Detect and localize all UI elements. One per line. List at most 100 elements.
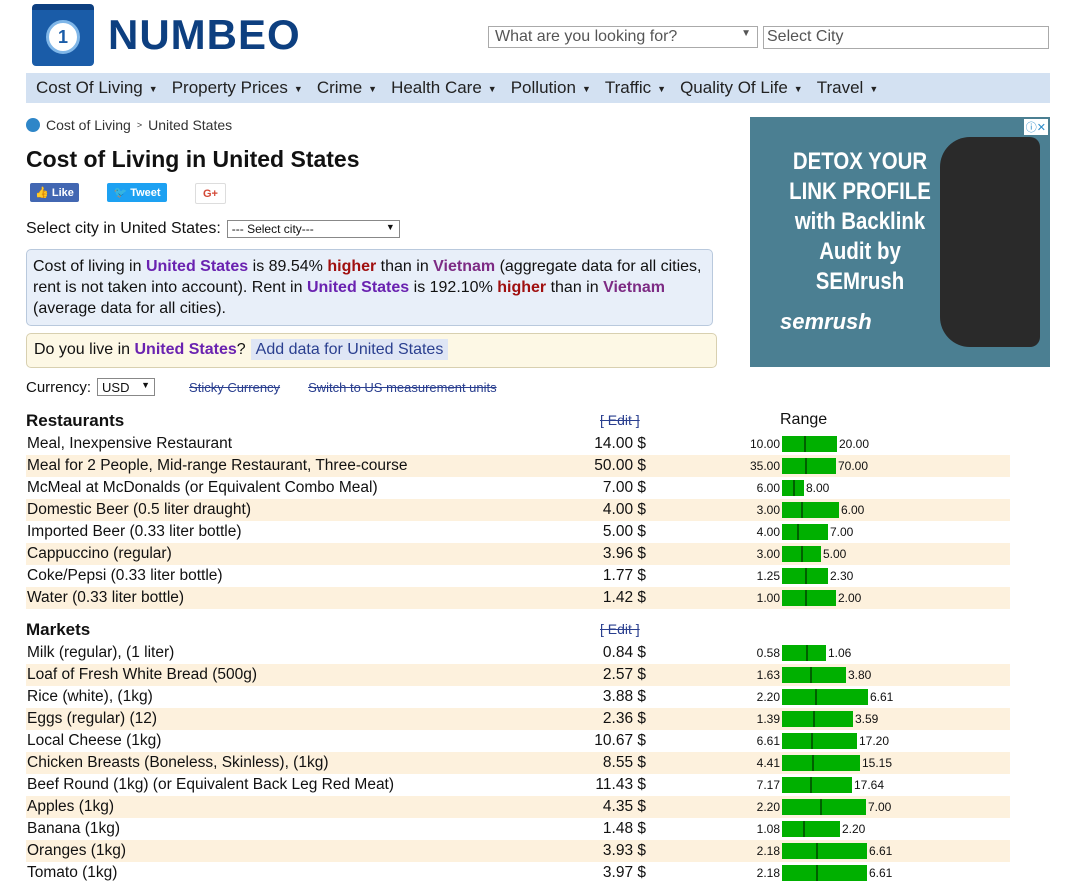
range-header: Range — [780, 411, 828, 428]
range-low: 1.25 — [756, 569, 780, 583]
price-row: Eggs (regular) (12) 2.36 $ 1.39 3.59 — [26, 708, 1010, 730]
edit-link[interactable]: [ Edit ] — [600, 412, 640, 428]
range-low: 4.41 — [756, 756, 780, 770]
breadcrumb-cost-of-living[interactable]: Cost of Living — [46, 117, 131, 133]
range-high: 2.30 — [830, 569, 854, 583]
city-select[interactable]: --- Select city--- ▼ — [226, 220, 400, 238]
google-plus-button[interactable]: G+ — [195, 183, 226, 204]
item-name: Meal for 2 People, Mid-range Restaurant,… — [27, 457, 408, 474]
sticky-currency-link[interactable]: Sticky Currency — [189, 380, 280, 395]
range-high: 15.15 — [862, 756, 893, 770]
range-high: 8.00 — [806, 481, 830, 495]
range-high: 2.20 — [842, 822, 866, 836]
search-select[interactable]: What are you looking for? ▼ — [488, 26, 758, 48]
page-title: Cost of Living in United States — [26, 146, 360, 172]
item-price: 1.77 $ — [602, 567, 646, 584]
range-low: 7.17 — [756, 778, 780, 792]
range-bar — [782, 667, 846, 683]
range-high: 2.00 — [838, 591, 862, 605]
average-marker — [816, 865, 818, 881]
nav-label: Health Care — [391, 78, 482, 97]
average-marker — [810, 667, 812, 683]
compare-country-link[interactable]: Vietnam — [433, 258, 495, 275]
range-high: 6.61 — [869, 844, 893, 858]
item-name: Tomato (1kg) — [27, 864, 118, 881]
item-name: Beef Round (1kg) (or Equivalent Back Leg… — [27, 776, 395, 793]
nav-item-pollution[interactable]: Pollution ▼ — [511, 78, 591, 98]
item-name: Domestic Beer (0.5 liter draught) — [27, 501, 251, 518]
average-marker — [815, 689, 817, 705]
range-bar — [782, 645, 826, 661]
range-bar — [782, 480, 804, 496]
country-link[interactable]: United States — [135, 341, 237, 358]
range-low: 2.18 — [756, 866, 780, 880]
average-marker — [813, 711, 815, 727]
item-price: 7.00 $ — [602, 479, 646, 496]
tweet-button[interactable]: 🐦 Tweet — [107, 183, 167, 202]
price-row: Domestic Beer (0.5 liter draught) 4.00 $ 3… — [26, 499, 1010, 521]
numbeo-logo[interactable]: 1 NUMBEO — [32, 4, 301, 66]
range-bar — [782, 843, 867, 859]
item-name: Imported Beer (0.33 liter bottle) — [27, 523, 242, 540]
nav-item-cost-of-living[interactable]: Cost Of Living ▼ — [36, 78, 158, 98]
range-bar — [782, 436, 837, 452]
price-row: Oranges (1kg) 3.93 $ 2.18 6.61 — [26, 840, 1010, 862]
item-price: 0.84 $ — [602, 644, 646, 661]
measurement-units-link[interactable]: Switch to US measurement units — [308, 380, 497, 395]
cost-comparison-summary: Cost of living in United States is 89.54… — [26, 249, 713, 326]
price-row: Water (0.33 liter bottle) 1.42 $ 1.00 2.00 — [26, 587, 1010, 609]
price-row: Imported Beer (0.33 liter bottle) 5.00 $ 4… — [26, 521, 1010, 543]
item-name: Apples (1kg) — [27, 798, 115, 815]
item-price: 11.43 $ — [595, 776, 646, 793]
nav-label: Property Prices — [171, 78, 288, 97]
nav-item-crime[interactable]: Crime ▼ — [317, 78, 377, 98]
caret-down-icon: ▼ — [581, 83, 591, 94]
nav-item-health-care[interactable]: Health Care ▼ — [391, 78, 497, 98]
item-name: Milk (regular), (1 liter) — [27, 644, 175, 661]
compare-country-link[interactable]: Vietnam — [603, 279, 665, 296]
range-bar — [782, 458, 836, 474]
average-marker — [805, 590, 807, 606]
range-bar — [782, 777, 852, 793]
range-low: 1.39 — [756, 712, 780, 726]
country-link[interactable]: United States — [146, 258, 248, 275]
price-row: Banana (1kg) 1.48 $ 1.08 2.20 — [26, 818, 1010, 840]
nav-label: Quality Of Life — [680, 78, 788, 97]
range-bar — [782, 524, 828, 540]
home-icon[interactable] — [26, 118, 40, 132]
range-low: 2.18 — [756, 844, 780, 858]
city-search-input[interactable]: Select City — [763, 26, 1049, 49]
country-link[interactable]: United States — [307, 279, 409, 296]
ad-close-icon[interactable]: ⓘ✕ — [1023, 119, 1048, 135]
range-high: 6.61 — [870, 690, 894, 704]
nav-item-quality-of-life[interactable]: Quality Of Life ▼ — [680, 78, 803, 98]
item-price: 10.67 $ — [594, 732, 646, 749]
advertisement-banner[interactable]: DETOX YOUR LINK PROFILE with Backlink Au… — [750, 117, 1050, 367]
breadcrumb-country[interactable]: United States — [148, 117, 232, 133]
average-marker — [812, 755, 814, 771]
nav-item-traffic[interactable]: Traffic ▼ — [605, 78, 666, 98]
price-row: Local Cheese (1kg) 10.67 $ 6.61 17.20 — [26, 730, 1010, 752]
currency-label: Currency: — [26, 378, 92, 396]
nav-item-property-prices[interactable]: Property Prices ▼ — [172, 78, 303, 98]
item-price: 3.97 $ — [602, 864, 646, 881]
add-data-button[interactable]: Add data for United States — [250, 339, 449, 360]
nav-item-travel[interactable]: Travel ▼ — [817, 78, 879, 98]
item-price: 3.88 $ — [602, 688, 646, 705]
edit-link[interactable]: [ Edit ] — [600, 621, 640, 637]
facebook-like-button[interactable]: 👍 Like — [30, 183, 79, 202]
range-bar — [782, 821, 840, 837]
range-low: 1.08 — [756, 822, 780, 836]
range-low: 2.20 — [756, 690, 780, 704]
range-low: 6.00 — [756, 481, 780, 495]
ad-headline: DETOX YOUR LINK PROFILE with Backlink Au… — [789, 148, 931, 295]
average-marker — [820, 799, 822, 815]
price-row: Loaf of Fresh White Bread (500g) 2.57 $ 1.… — [26, 664, 1010, 686]
breadcrumb: Cost of Living > United States — [26, 117, 232, 133]
currency-select[interactable]: USD ▼ — [97, 378, 156, 396]
range-high: 7.00 — [868, 800, 892, 814]
item-name: Chicken Breasts (Boneless, Skinless), (1… — [27, 754, 329, 771]
average-marker — [811, 733, 813, 749]
item-name: McMeal at McDonalds (or Equivalent Combo… — [27, 479, 378, 496]
item-name: Loaf of Fresh White Bread (500g) — [27, 666, 258, 683]
